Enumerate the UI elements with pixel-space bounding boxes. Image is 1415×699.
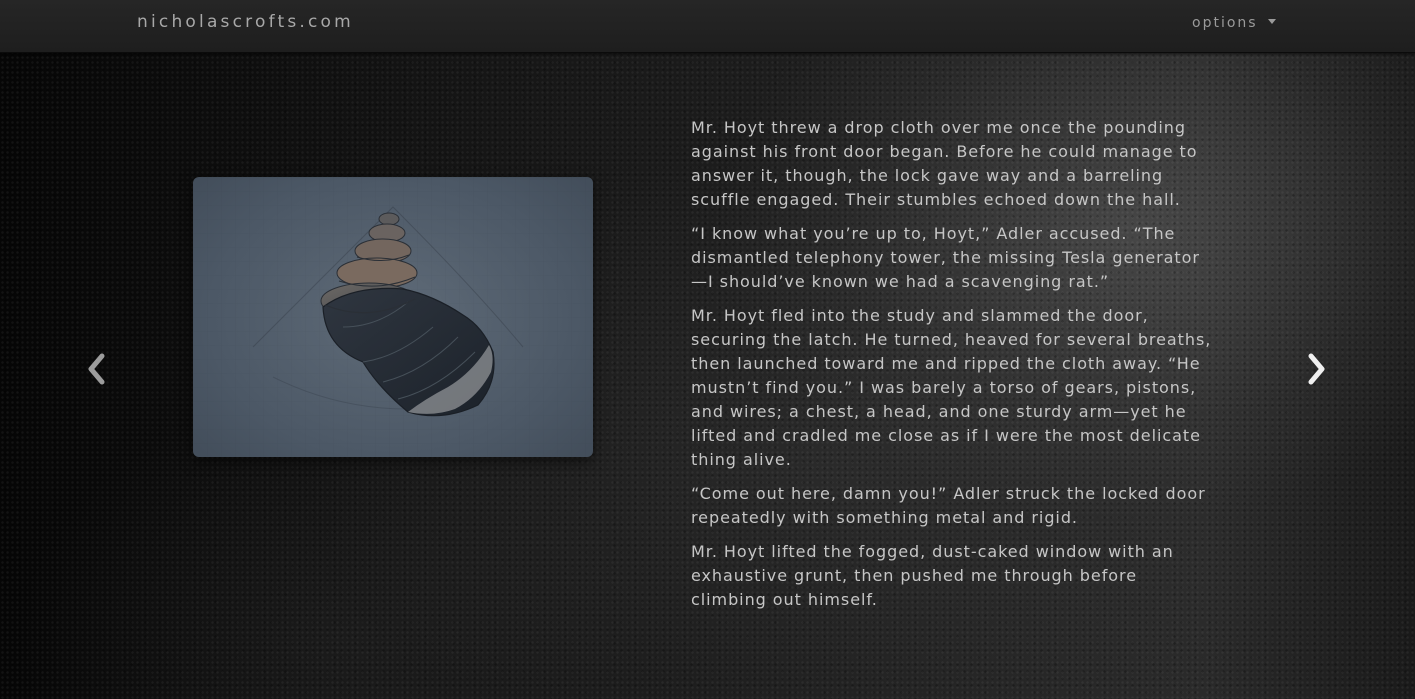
- site-brand-link[interactable]: nicholascrofts.com: [137, 12, 354, 32]
- options-dropdown-toggle[interactable]: options: [1192, 15, 1276, 31]
- story-paragraph: Mr. Hoyt lifted the fogged, dust-caked w…: [691, 542, 1174, 609]
- options-label: options: [1192, 15, 1258, 31]
- caret-down-icon: [1267, 18, 1276, 24]
- story-paragraph: “Come out here, damn you!” Adler struck …: [691, 484, 1206, 527]
- navbar: nicholascrofts.com options: [0, 0, 1415, 53]
- chevron-right-icon: [1308, 353, 1325, 385]
- carousel-prev-button[interactable]: [83, 352, 113, 386]
- chevron-left-icon: [88, 353, 105, 385]
- story-illustration: [193, 177, 593, 457]
- story-paragraph: Mr. Hoyt fled into the study and slammed…: [691, 306, 1212, 469]
- carousel-next-button[interactable]: [1301, 352, 1331, 386]
- story-paragraph: “I know what you’re up to, Hoyt,” Adler …: [691, 224, 1200, 291]
- story-paragraph: Mr. Hoyt threw a drop cloth over me once…: [691, 118, 1198, 209]
- seashell-illustration: [193, 177, 593, 457]
- story-text: Mr. Hoyt threw a drop cloth over me once…: [691, 116, 1239, 622]
